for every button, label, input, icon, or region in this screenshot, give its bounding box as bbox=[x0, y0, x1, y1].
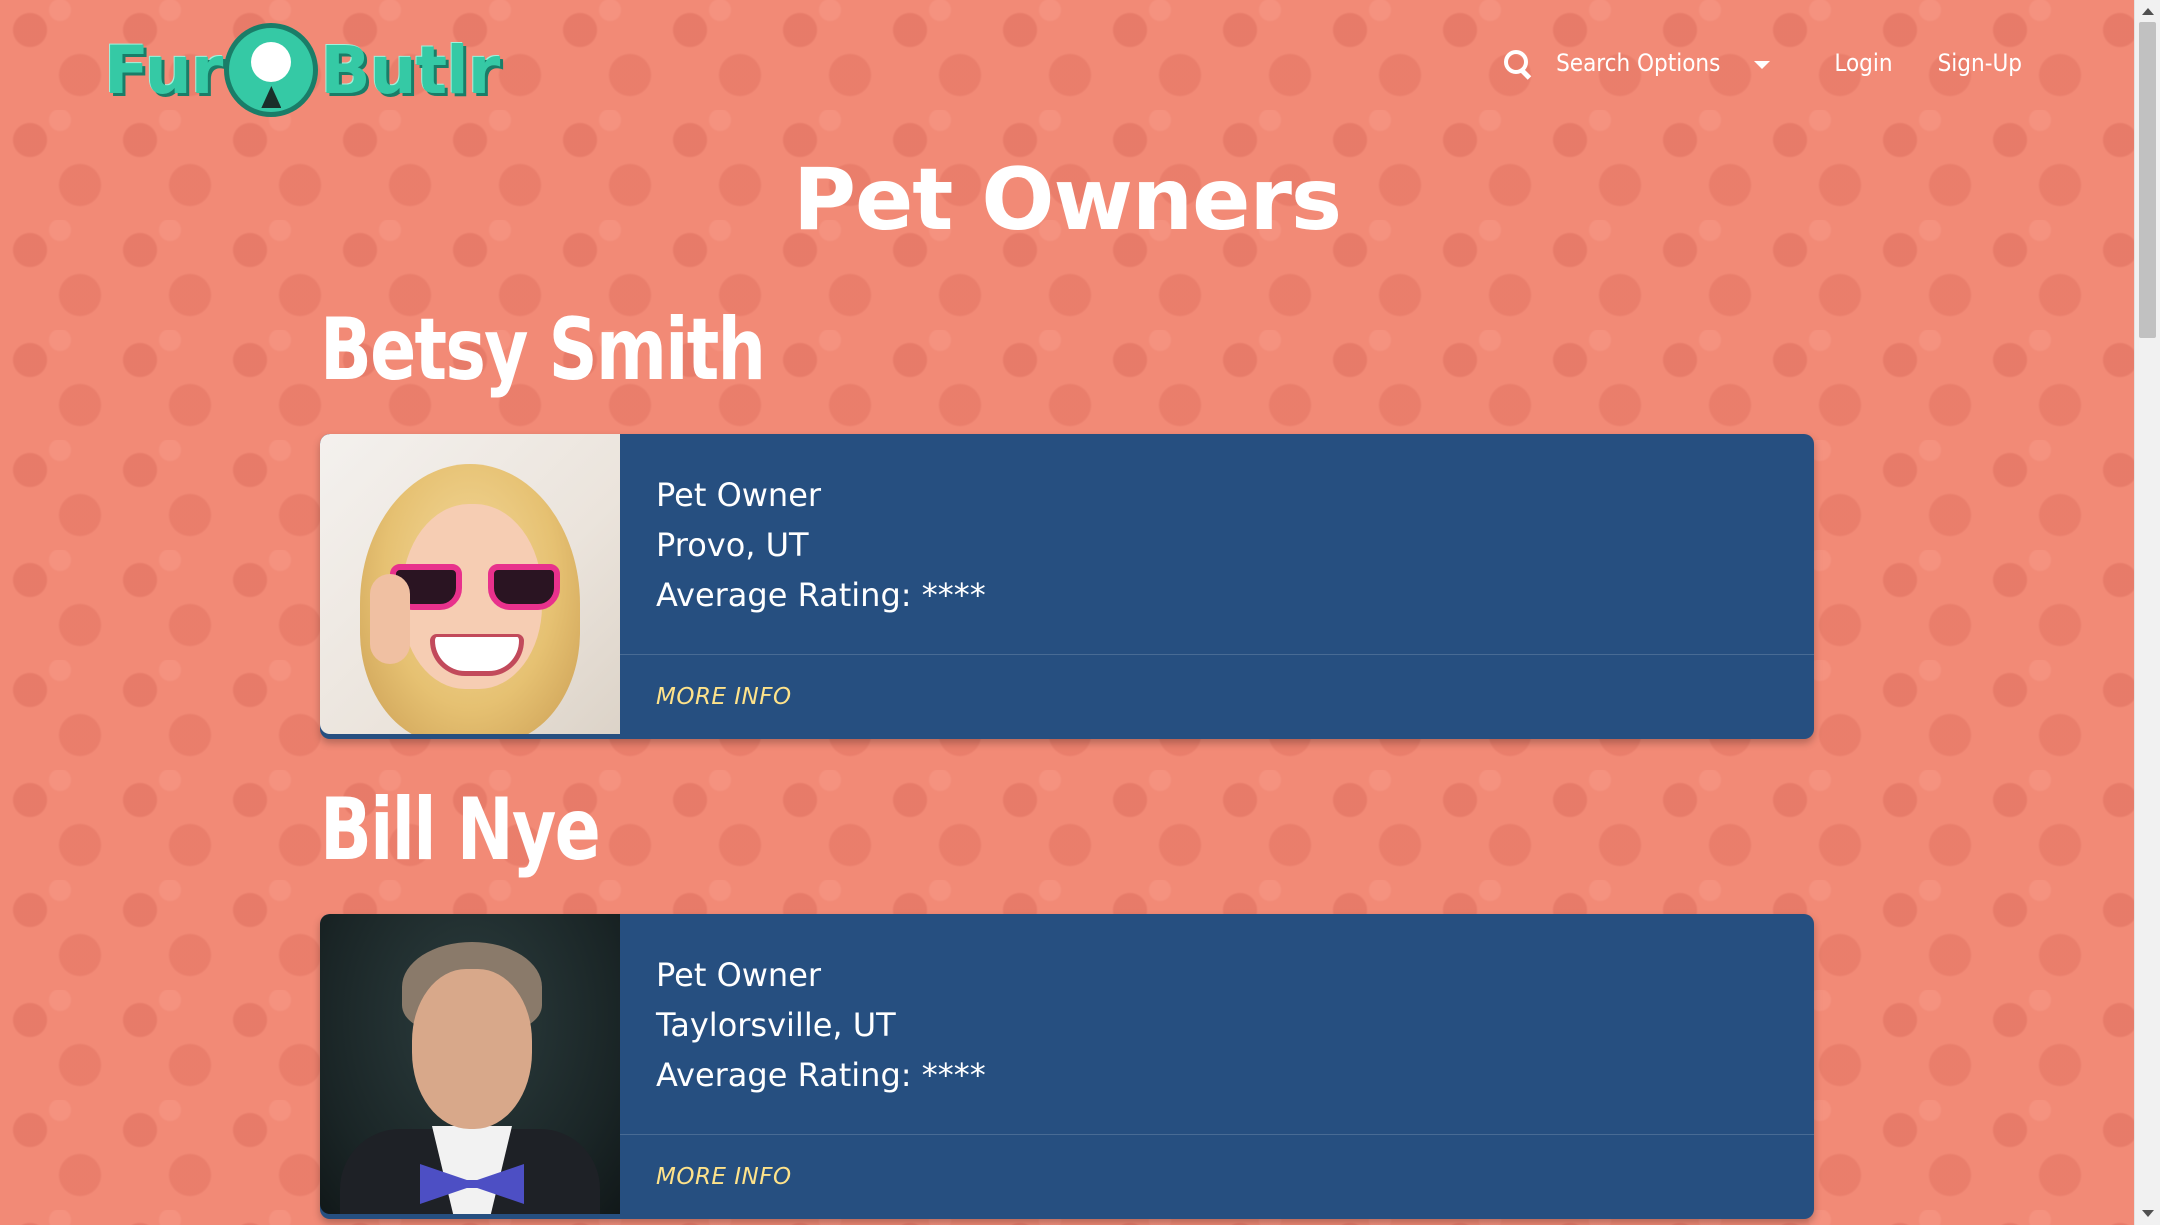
owner-role: Pet Owner bbox=[656, 476, 822, 514]
scroll-down-arrow-icon[interactable] bbox=[2142, 1210, 2154, 1217]
scroll-up-arrow-icon[interactable] bbox=[2142, 8, 2154, 15]
card-action: MORE INFO bbox=[620, 655, 1814, 739]
signup-link[interactable]: Sign-Up bbox=[1938, 49, 2022, 77]
owner-avatar bbox=[320, 914, 620, 1214]
page-scrollbar[interactable] bbox=[2134, 0, 2160, 1225]
owner-card: Pet Owner Provo, UT Average Rating: ****… bbox=[320, 434, 1814, 739]
logo-text-right: Butlr bbox=[320, 31, 500, 109]
owner-name: Betsy Smith bbox=[320, 300, 766, 400]
owner-rating: Average Rating: **** bbox=[656, 576, 986, 614]
owner-card: Pet Owner Taylorsville, UT Average Ratin… bbox=[320, 914, 1814, 1219]
more-info-link[interactable]: MORE INFO bbox=[656, 1164, 792, 1190]
owner-location: Provo, UT bbox=[656, 526, 809, 564]
owner-avatar bbox=[320, 434, 620, 734]
logo-text-left: Fur bbox=[104, 31, 223, 109]
card-body: Pet Owner Taylorsville, UT Average Ratin… bbox=[620, 914, 1814, 1219]
owner-name: Bill Nye bbox=[320, 780, 601, 880]
furbutlr-logo[interactable]: Fur Butlr bbox=[104, 18, 500, 122]
owner-location: Taylorsville, UT bbox=[656, 1006, 896, 1044]
card-action: MORE INFO bbox=[620, 1135, 1814, 1219]
caret-down-icon bbox=[1754, 61, 1771, 69]
login-link[interactable]: Login bbox=[1834, 49, 1892, 77]
owner-rating: Average Rating: **** bbox=[656, 1056, 986, 1094]
owner-role: Pet Owner bbox=[656, 956, 822, 994]
search-options-label: Search Options bbox=[1556, 49, 1721, 77]
card-content: Pet Owner Taylorsville, UT Average Ratin… bbox=[620, 914, 1814, 1135]
more-info-link[interactable]: MORE INFO bbox=[656, 684, 792, 710]
search-options-dropdown[interactable]: Search Options bbox=[1556, 49, 1771, 77]
page-title: Pet Owners bbox=[792, 150, 1342, 250]
site-header: Fur Butlr Search Options Login Sign-Up bbox=[0, 0, 2134, 125]
card-content: Pet Owner Provo, UT Average Rating: **** bbox=[620, 434, 1814, 655]
card-body: Pet Owner Provo, UT Average Rating: ****… bbox=[620, 434, 1814, 739]
dog-tuxedo-logo-icon bbox=[224, 23, 319, 117]
search-icon[interactable] bbox=[1502, 48, 1532, 78]
scrollbar-thumb[interactable] bbox=[2139, 22, 2156, 338]
main-nav: Search Options Login Sign-Up bbox=[1502, 38, 2022, 88]
